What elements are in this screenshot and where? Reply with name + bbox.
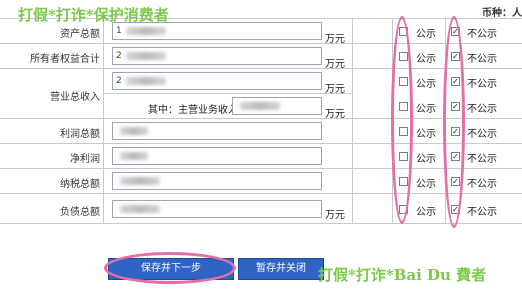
highlight-oval-save-next (104, 252, 236, 284)
public-label: 公示 (416, 154, 436, 165)
public-label: 公示 (416, 54, 436, 65)
net-profit-input[interactable] (112, 147, 322, 165)
not-public-label: 不公示 (467, 104, 497, 115)
column-divider (103, 18, 104, 223)
label-main-business-revenue: 其中：主营业务收入 (148, 105, 238, 116)
label-total-liabilities: 负债总额 (60, 207, 100, 218)
row-divider (0, 223, 522, 224)
not-public-label: 不公示 (467, 129, 497, 140)
public-label: 公示 (416, 29, 436, 40)
total-liabilities-input[interactable] (112, 200, 322, 218)
label-owners-equity: 所有者权益合计 (30, 54, 100, 65)
public-label: 公示 (416, 207, 436, 218)
watermark-top: 打假*打诈*保护消费者 (18, 6, 169, 24)
not-public-label: 不公示 (467, 29, 497, 40)
public-label: 公示 (416, 79, 436, 90)
not-public-label: 不公示 (467, 79, 497, 90)
currency-label: 币种：人 (482, 8, 522, 19)
save-and-close-button[interactable]: 暂存并关闭 (238, 258, 324, 280)
not-public-label: 不公示 (467, 207, 497, 218)
highlight-oval-not-public (443, 16, 465, 228)
main-business-revenue-input[interactable] (232, 97, 322, 115)
column-divider (352, 18, 353, 223)
row-divider (0, 43, 522, 44)
total-tax-input[interactable] (112, 172, 322, 190)
unit-label: 万元 (325, 59, 345, 70)
not-public-label: 不公示 (467, 54, 497, 65)
not-public-label: 不公示 (467, 179, 497, 190)
total-revenue-input[interactable]: 2 (112, 72, 322, 90)
public-label: 公示 (416, 129, 436, 140)
label-total-revenue: 营业总收入 (50, 92, 100, 103)
public-label: 公示 (416, 179, 436, 190)
public-label: 公示 (416, 104, 436, 115)
label-net-profit: 净利润 (70, 154, 100, 165)
unit-label: 万元 (325, 109, 345, 120)
label-total-profit: 利润总额 (60, 129, 100, 140)
sub-row-divider (103, 93, 351, 94)
label-total-assets: 资产总额 (60, 29, 100, 40)
label-total-tax: 纳税总额 (60, 179, 100, 190)
row-divider (0, 193, 522, 194)
highlight-oval-public (391, 16, 413, 224)
unit-label: 万元 (325, 210, 345, 221)
not-public-label: 不公示 (467, 154, 497, 165)
unit-label: 万元 (325, 34, 345, 45)
total-profit-input[interactable] (112, 122, 322, 140)
watermark-bottom: 打假*打诈*Bai Du 費者 (318, 266, 487, 284)
unit-label: 万元 (325, 84, 345, 95)
owners-equity-input[interactable]: 2 (112, 47, 322, 65)
